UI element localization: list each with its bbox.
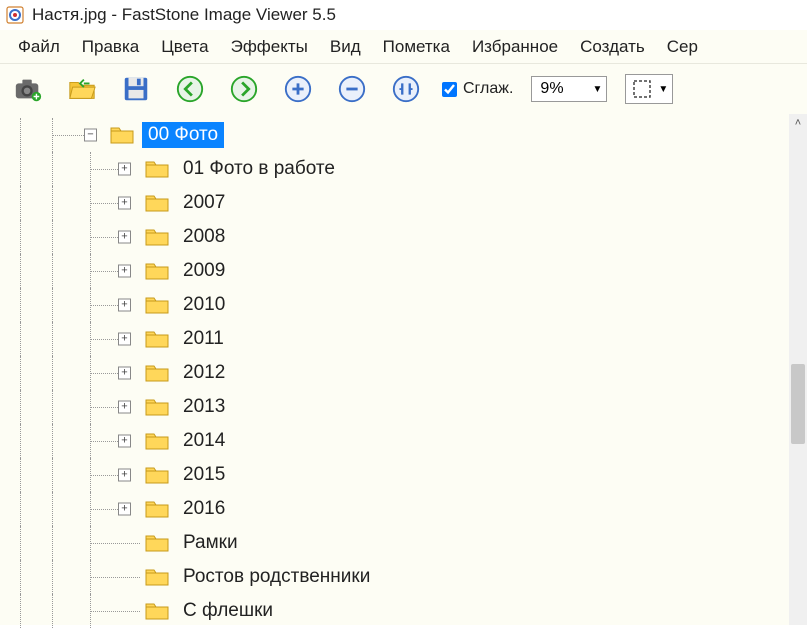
expand-icon[interactable]: + bbox=[118, 265, 131, 278]
menu-view[interactable]: Вид bbox=[320, 33, 371, 61]
folder-icon bbox=[145, 465, 169, 485]
tree-item[interactable]: + 01 Фото в работе bbox=[0, 152, 807, 186]
folder-label: 2014 bbox=[177, 428, 231, 454]
expand-icon[interactable]: + bbox=[118, 367, 131, 380]
expand-icon[interactable]: + bbox=[118, 197, 131, 210]
zoom-out-button[interactable] bbox=[334, 71, 370, 107]
folder-label: 2010 bbox=[177, 292, 231, 318]
folder-icon bbox=[145, 567, 169, 587]
expand-icon[interactable]: + bbox=[118, 503, 131, 516]
folder-label: 2008 bbox=[177, 224, 231, 250]
tree-item[interactable]: С флешки bbox=[0, 594, 807, 628]
expand-icon[interactable]: + bbox=[118, 299, 131, 312]
folder-label: 01 Фото в работе bbox=[177, 156, 341, 182]
menu-ser[interactable]: Сер bbox=[657, 33, 708, 61]
folder-tree: − 00 Фото + 01 Фото в работе + 2007 bbox=[0, 114, 807, 625]
expand-icon[interactable]: + bbox=[118, 163, 131, 176]
tree-item[interactable]: Ростов родственники bbox=[0, 560, 807, 594]
scrollbar-vertical[interactable]: ˄ bbox=[789, 114, 807, 625]
tree-item[interactable]: + 2010 bbox=[0, 288, 807, 322]
folder-label: 2013 bbox=[177, 394, 231, 420]
folder-label: 2009 bbox=[177, 258, 231, 284]
folder-label: С флешки bbox=[177, 598, 279, 624]
collapse-icon[interactable]: − bbox=[84, 129, 97, 142]
scroll-up-icon[interactable]: ˄ bbox=[789, 114, 807, 132]
selection-button[interactable]: ▼ bbox=[625, 74, 673, 104]
menu-file[interactable]: Файл bbox=[8, 33, 70, 61]
tree-item[interactable]: + 2014 bbox=[0, 424, 807, 458]
tree-item[interactable]: + 2015 bbox=[0, 458, 807, 492]
smoothing-label: Сглаж. bbox=[463, 80, 513, 98]
zoom-in-button[interactable] bbox=[280, 71, 316, 107]
tree-item[interactable]: + 2016 bbox=[0, 492, 807, 526]
prev-button[interactable] bbox=[172, 71, 208, 107]
expand-icon[interactable]: + bbox=[118, 333, 131, 346]
smoothing-input[interactable] bbox=[442, 82, 457, 97]
menu-edit[interactable]: Правка bbox=[72, 33, 149, 61]
folder-icon bbox=[110, 125, 134, 145]
folder-icon bbox=[145, 601, 169, 621]
folder-label: 2012 bbox=[177, 360, 231, 386]
dropdown-icon: ▼ bbox=[593, 84, 603, 95]
menu-effects[interactable]: Эффекты bbox=[221, 33, 318, 61]
folder-icon bbox=[145, 295, 169, 315]
scroll-thumb[interactable] bbox=[791, 364, 805, 444]
folder-icon bbox=[145, 227, 169, 247]
folder-icon bbox=[145, 363, 169, 383]
folder-icon bbox=[145, 261, 169, 281]
folder-icon bbox=[145, 533, 169, 553]
fit-button[interactable] bbox=[388, 71, 424, 107]
folder-label: 00 Фото bbox=[142, 122, 224, 148]
menubar: Файл Правка Цвета Эффекты Вид Пометка Из… bbox=[0, 30, 807, 64]
folder-label: Рамки bbox=[177, 530, 244, 556]
folder-label: 2011 bbox=[177, 326, 230, 352]
next-button[interactable] bbox=[226, 71, 262, 107]
folder-icon bbox=[145, 431, 169, 451]
tree-item[interactable]: + 2011 bbox=[0, 322, 807, 356]
smoothing-checkbox[interactable]: Сглаж. bbox=[442, 80, 513, 98]
folder-label: 2016 bbox=[177, 496, 231, 522]
expand-icon[interactable]: + bbox=[118, 401, 131, 414]
tree-item[interactable]: Рамки bbox=[0, 526, 807, 560]
titlebar: Настя.jpg - FastStone Image Viewer 5.5 bbox=[0, 0, 807, 30]
menu-tag[interactable]: Пометка bbox=[373, 33, 460, 61]
folder-icon bbox=[145, 499, 169, 519]
folder-icon bbox=[145, 397, 169, 417]
expand-icon[interactable]: + bbox=[118, 231, 131, 244]
app-icon bbox=[6, 6, 24, 24]
save-button[interactable] bbox=[118, 71, 154, 107]
acquire-button[interactable] bbox=[10, 71, 46, 107]
tree-item-root[interactable]: − 00 Фото bbox=[0, 118, 807, 152]
folder-label: Ростов родственники bbox=[177, 564, 376, 590]
tree-item[interactable]: + 2012 bbox=[0, 356, 807, 390]
menu-create[interactable]: Создать bbox=[570, 33, 655, 61]
dropdown-icon: ▼ bbox=[658, 84, 668, 95]
tree-item[interactable]: + 2008 bbox=[0, 220, 807, 254]
folder-label: 2015 bbox=[177, 462, 231, 488]
expand-icon[interactable]: + bbox=[118, 435, 131, 448]
folder-icon bbox=[145, 159, 169, 179]
folder-icon bbox=[145, 193, 169, 213]
zoom-select[interactable]: 9% ▼ bbox=[531, 76, 607, 102]
selection-icon bbox=[632, 79, 652, 99]
toolbar: Сглаж. 9% ▼ ▼ bbox=[0, 64, 807, 114]
window-title: Настя.jpg - FastStone Image Viewer 5.5 bbox=[32, 5, 336, 25]
tree-item[interactable]: + 2013 bbox=[0, 390, 807, 424]
expand-icon[interactable]: + bbox=[118, 469, 131, 482]
menu-favorites[interactable]: Избранное bbox=[462, 33, 568, 61]
folder-icon bbox=[145, 329, 169, 349]
open-button[interactable] bbox=[64, 71, 100, 107]
tree-item[interactable]: + 2007 bbox=[0, 186, 807, 220]
menu-colors[interactable]: Цвета bbox=[151, 33, 218, 61]
zoom-value: 9% bbox=[540, 80, 563, 98]
folder-label: 2007 bbox=[177, 190, 231, 216]
tree-item[interactable]: + 2009 bbox=[0, 254, 807, 288]
